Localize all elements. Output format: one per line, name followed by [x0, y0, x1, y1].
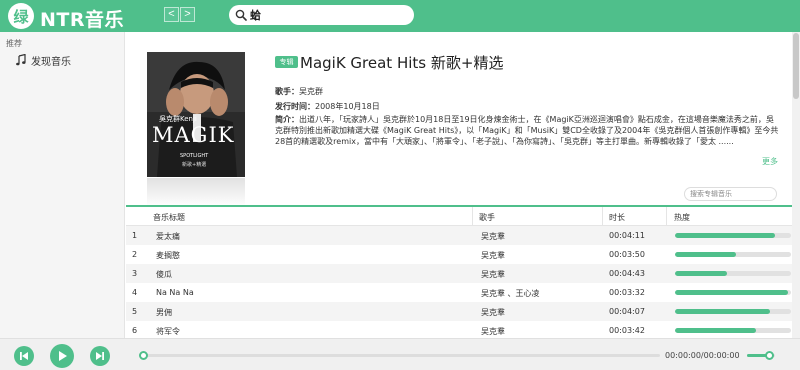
table-header: 音乐标题 歌手 时长 热度 [126, 207, 800, 226]
album-badge: 专辑 [275, 56, 298, 68]
album-cover: 吳克群Kenji MAGIK SPOTLIGHT 新歌+精選 [147, 52, 245, 207]
skip-next-icon [96, 352, 104, 360]
album-cover-reflection [147, 178, 245, 207]
history-nav: < > [164, 7, 195, 22]
row-title: Na Na Na [156, 288, 194, 297]
heat-bar [675, 309, 791, 314]
row-duration: 00:03:50 [609, 250, 645, 259]
row-title: 爱太痛 [156, 232, 180, 241]
release-label: 发行时间： [275, 102, 315, 111]
row-artist: 吴克羣 [481, 327, 505, 336]
row-index: 4 [132, 288, 138, 297]
row-index: 3 [132, 269, 138, 278]
album-search-input[interactable] [684, 187, 777, 201]
row-artist: 吴克羣 [481, 251, 505, 260]
heat-bar [675, 290, 791, 295]
cover-sub-text: 新歌+精選 [182, 162, 207, 168]
forward-button[interactable]: > [180, 7, 195, 22]
row-index: 2 [132, 250, 138, 259]
sidebar-item-discover-music[interactable]: 发现音乐 [0, 51, 125, 69]
table-row[interactable]: 4 Na Na Na 吴克羣 、王心凌 00:03:32 [126, 283, 800, 302]
col-title: 音乐标题 [153, 213, 185, 222]
sidebar-heading: 推荐 [6, 39, 22, 48]
col-artist: 歌手 [479, 213, 495, 222]
sidebar: 推荐 发现音乐 [0, 32, 125, 338]
cover-magik-text: MAGIK [152, 123, 235, 147]
scrollbar-thumb[interactable] [793, 33, 799, 99]
table-row[interactable]: 5 男佣 吴克羣 00:04:07 [126, 302, 800, 321]
progress-bar[interactable] [139, 354, 660, 357]
album-release: 发行时间：2008年10月18日 [275, 101, 380, 112]
release-date: 2008年10月18日 [315, 102, 380, 111]
album-title: MagiK Great Hits 新歌+精选 [300, 54, 504, 72]
row-duration: 00:04:43 [609, 269, 645, 278]
row-title: 男佣 [156, 308, 172, 317]
row-duration: 00:03:42 [609, 326, 645, 335]
more-link[interactable]: 更多 [762, 156, 778, 167]
table-row[interactable]: 2 麦搁憨 吴克羣 00:03:50 [126, 245, 800, 264]
row-title: 傻瓜 [156, 270, 172, 279]
row-duration: 00:04:07 [609, 307, 645, 316]
column-divider [602, 207, 603, 226]
music-note-icon [16, 54, 26, 66]
row-index: 1 [132, 231, 138, 240]
intro-label: 简介： [275, 115, 299, 124]
table-row[interactable]: 1 爱太痛 吴克羣 00:04:11 [126, 226, 800, 245]
search-icon [235, 9, 247, 21]
progress-handle[interactable] [139, 351, 148, 360]
back-button[interactable]: < [164, 7, 179, 22]
player-bar: 00:00:00/00:00:00 [0, 338, 800, 370]
row-duration: 00:04:11 [609, 231, 645, 240]
skip-previous-icon [20, 352, 28, 360]
artist-label: 歌手： [275, 87, 299, 96]
album-artist: 歌手：吴克群 [275, 86, 323, 97]
previous-button[interactable] [14, 346, 34, 366]
global-search[interactable] [229, 5, 414, 25]
search-input[interactable] [250, 7, 405, 23]
row-artist: 吴克羣 [481, 270, 505, 279]
volume-handle[interactable] [765, 351, 774, 360]
album-intro: 简介：出道八年，「玩家詩人」吳克群於10月18日至19日化身煉金術士，在《Mag… [275, 114, 779, 156]
play-icon [59, 351, 67, 361]
time-display: 00:00:00/00:00:00 [665, 351, 740, 360]
table-row[interactable]: 3 傻瓜 吴克羣 00:04:43 [126, 264, 800, 283]
album-cover-image: 吳克群Kenji MAGIK SPOTLIGHT 新歌+精選 [147, 52, 245, 177]
column-divider [666, 207, 667, 226]
app-logo: 绿 [8, 3, 34, 29]
app-window: 绿 NTR音乐 < > 推荐 发现音乐 [0, 0, 800, 370]
row-artist: 吴克羣 [481, 308, 505, 317]
heat-bar [675, 252, 791, 257]
album-header: 吳克群Kenji MAGIK SPOTLIGHT 新歌+精選 专辑 MagiK … [126, 32, 800, 207]
row-artist: 吴克羣 [481, 232, 505, 241]
row-index: 6 [132, 326, 138, 335]
heat-bar [675, 233, 791, 238]
row-title: 麦搁憨 [156, 251, 180, 260]
row-index: 5 [132, 307, 138, 316]
sidebar-item-label: 发现音乐 [31, 56, 71, 68]
col-duration: 时长 [609, 213, 625, 222]
col-heat: 热度 [674, 213, 690, 222]
next-button[interactable] [90, 346, 110, 366]
cover-spotlight-text: SPOTLIGHT [180, 153, 209, 159]
top-bar: 绿 NTR音乐 < > [0, 0, 800, 32]
intro-text: 出道八年，「玩家詩人」吳克群於10月18日至19日化身煉金術士，在《MagiK亞… [275, 115, 779, 146]
app-title: NTR音乐 [40, 9, 124, 31]
play-button[interactable] [50, 344, 74, 368]
row-artist: 吴克羣 、王心凌 [481, 289, 540, 298]
artist-value[interactable]: 吴克群 [299, 87, 323, 96]
track-table: 音乐标题 歌手 时长 热度 1 爱太痛 吴克羣 00:04:11 2 麦搁憨 吴… [126, 205, 800, 338]
row-title: 将军令 [156, 327, 180, 336]
row-duration: 00:03:32 [609, 288, 645, 297]
column-divider [472, 207, 473, 226]
heat-bar [675, 271, 791, 276]
heat-bar [675, 328, 791, 333]
